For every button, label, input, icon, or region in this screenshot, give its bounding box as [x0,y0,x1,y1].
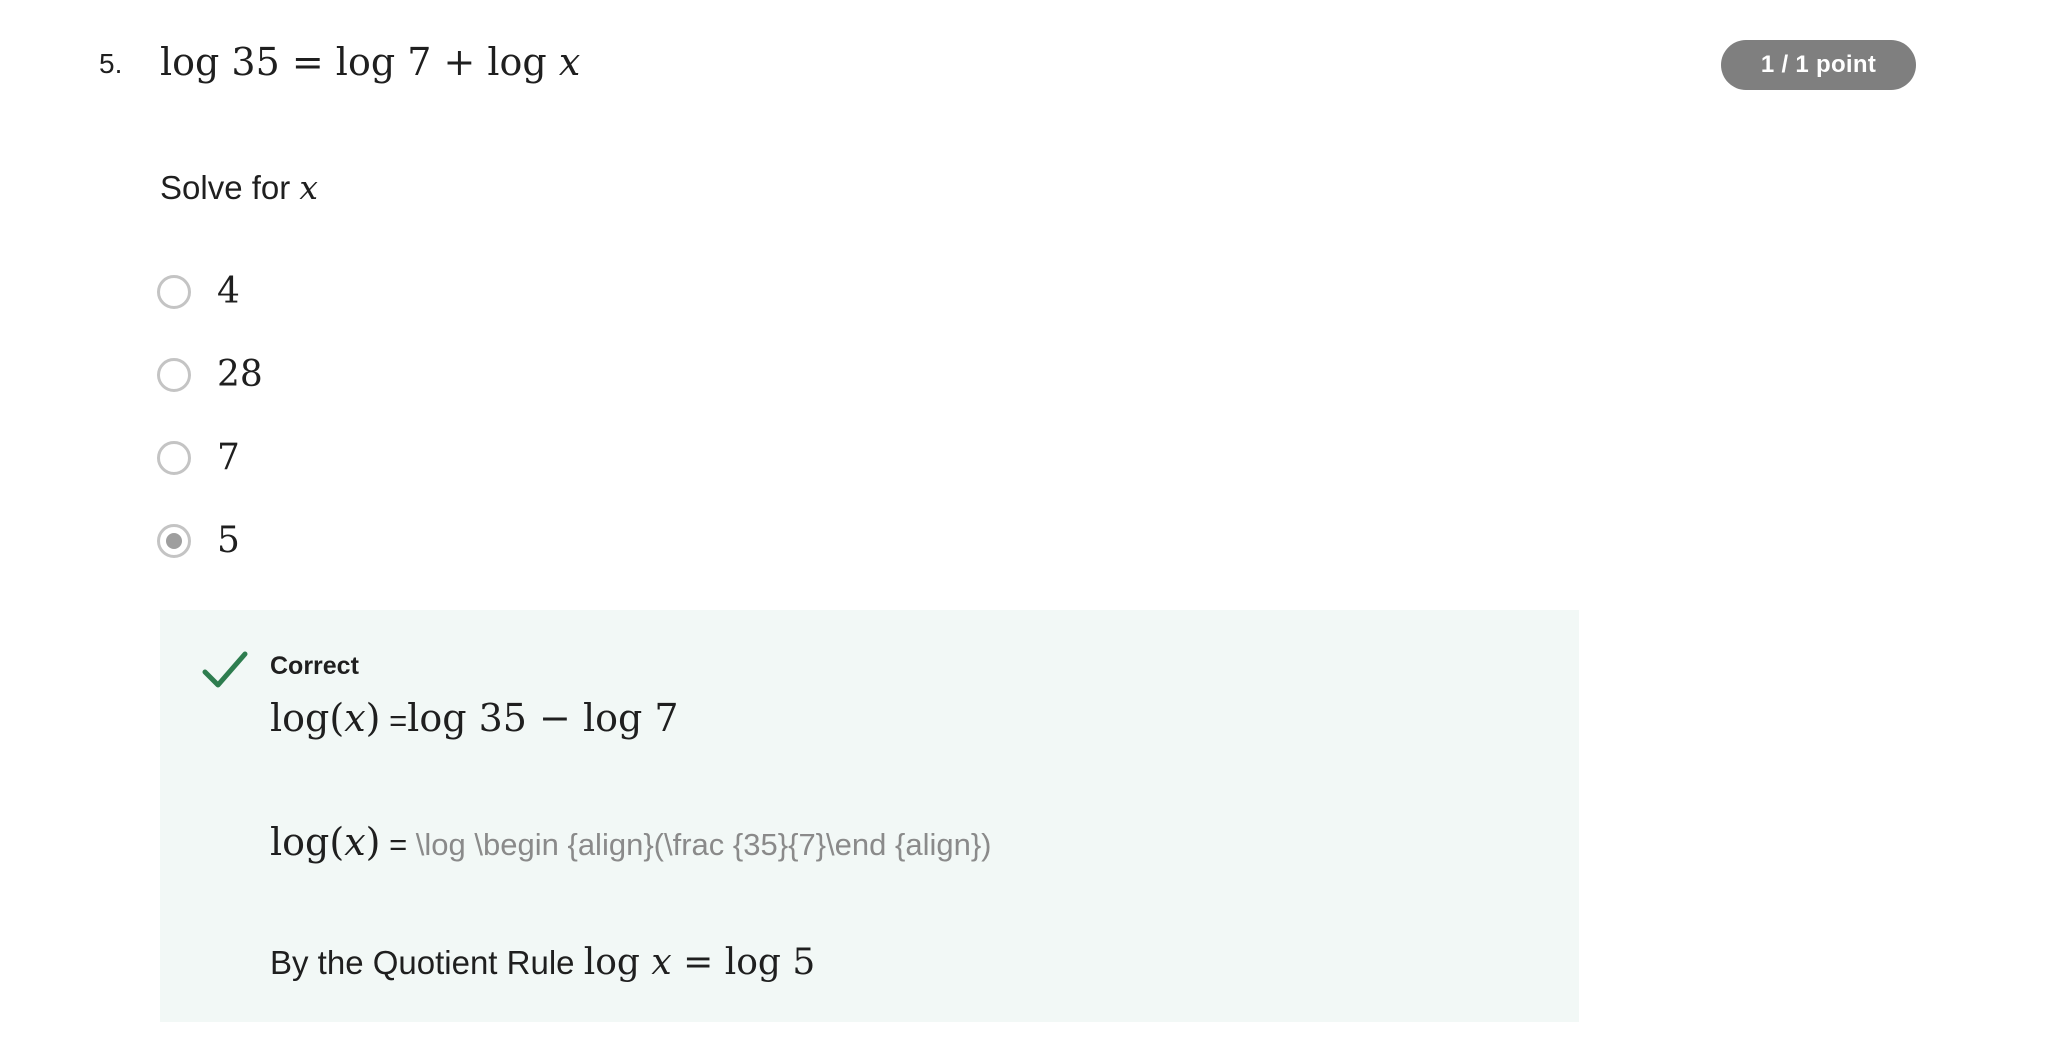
lhs-function: log( [270,820,345,864]
option-label: 4 [217,271,240,312]
explanation-line-3: By the Quotient Rule log x = log 5 [270,942,815,983]
radio-button[interactable] [157,274,191,309]
option-label: 28 [217,354,263,395]
math-rhs: = log 5 [671,942,816,983]
lhs-close: ) [365,820,381,864]
lhs-variable: x [344,696,366,740]
lhs-close: ) [365,696,381,740]
prompt-variable: x [299,168,319,207]
unrendered-latex: \log \begin {align}(\frac {35}{7}\end {a… [415,827,992,862]
question-number: 5. [99,48,123,79]
option-label: 7 [217,437,240,478]
radio-button[interactable] [157,357,191,392]
rhs-expression: log 35 − log 7 [407,696,679,740]
equals-sign: = [380,827,416,862]
lhs-function: log( [270,696,345,740]
question-title: log 35 = log 7 + log x [160,40,580,84]
answer-option-5[interactable]: 5 [157,499,263,582]
answer-option-4[interactable]: 4 [157,250,263,333]
explanation-line-2: log(x) = \log \begin {align}(\frac {35}{… [270,820,992,864]
question-prompt: Solve for x [160,168,318,207]
math-function: log [583,942,652,983]
points-badge: 1 / 1 point [1721,40,1916,90]
equals-sign: = [380,703,408,738]
feedback-panel: Correct log(x) =log 35 − log 7 log(x) = … [160,610,1579,1022]
explanation-text: By the Quotient Rule [270,944,584,981]
math-variable: x [651,942,672,983]
answer-option-28[interactable]: 28 [157,333,263,416]
option-label: 5 [217,520,240,561]
explanation-line-1: log(x) =log 35 − log 7 [270,696,679,740]
question-title-expression: log 35 = log 7 + log [160,40,559,84]
lhs-variable: x [344,820,366,864]
feedback-status: Correct [270,652,359,680]
check-icon [202,651,248,688]
prompt-text: Solve for [160,169,300,206]
radio-button[interactable] [157,440,191,475]
answer-option-7[interactable]: 7 [157,416,263,499]
question-title-variable: x [558,40,581,84]
radio-button-selected[interactable] [157,523,191,558]
answer-options: 4 28 7 5 [157,250,263,582]
